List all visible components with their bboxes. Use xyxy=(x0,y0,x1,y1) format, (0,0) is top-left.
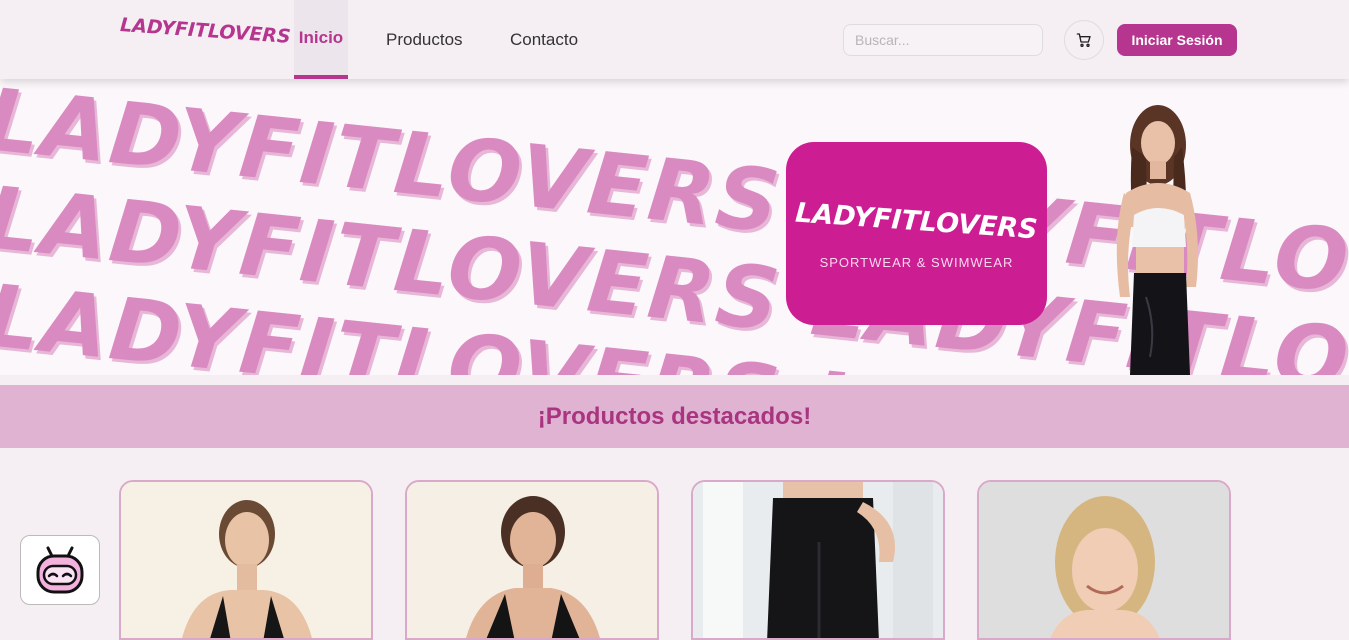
search-input[interactable] xyxy=(843,24,1043,56)
robot-icon xyxy=(36,546,84,594)
cart-icon xyxy=(1076,33,1091,47)
site-logo[interactable]: LADYFITLOVERS xyxy=(119,14,291,48)
login-button[interactable]: Iniciar Sesión xyxy=(1117,24,1237,56)
nav-contacto[interactable]: Contacto xyxy=(510,0,578,79)
product-card[interactable] xyxy=(405,480,659,640)
nav-productos[interactable]: Productos xyxy=(386,0,463,79)
hero-banner: LADYFITLOVERS LADYFITLOVERS LADYFITLOVER… xyxy=(0,79,1349,375)
featured-title: ¡Productos destacados! xyxy=(537,402,812,430)
chatbot-button[interactable] xyxy=(20,535,100,605)
product-image xyxy=(407,482,657,638)
product-card[interactable] xyxy=(977,480,1231,640)
product-card[interactable] xyxy=(691,480,945,640)
product-image xyxy=(979,482,1229,638)
cart-button[interactable] xyxy=(1064,20,1104,60)
product-image xyxy=(121,482,371,638)
banner-model-image xyxy=(1116,105,1198,375)
brand-logo-box: LADYFITLOVERS SPORTWEAR & SWIMWEAR xyxy=(786,142,1047,325)
product-image xyxy=(693,482,943,638)
nav-inicio[interactable]: Inicio xyxy=(294,0,348,79)
brand-title: LADYFITLOVERS xyxy=(794,197,1039,245)
site-header: LADYFITLOVERS Inicio Productos Contacto … xyxy=(0,0,1349,79)
brand-subtitle: SPORTWEAR & SWIMWEAR xyxy=(819,254,1014,270)
featured-section-header: ¡Productos destacados! xyxy=(0,385,1349,448)
product-card[interactable] xyxy=(119,480,373,640)
